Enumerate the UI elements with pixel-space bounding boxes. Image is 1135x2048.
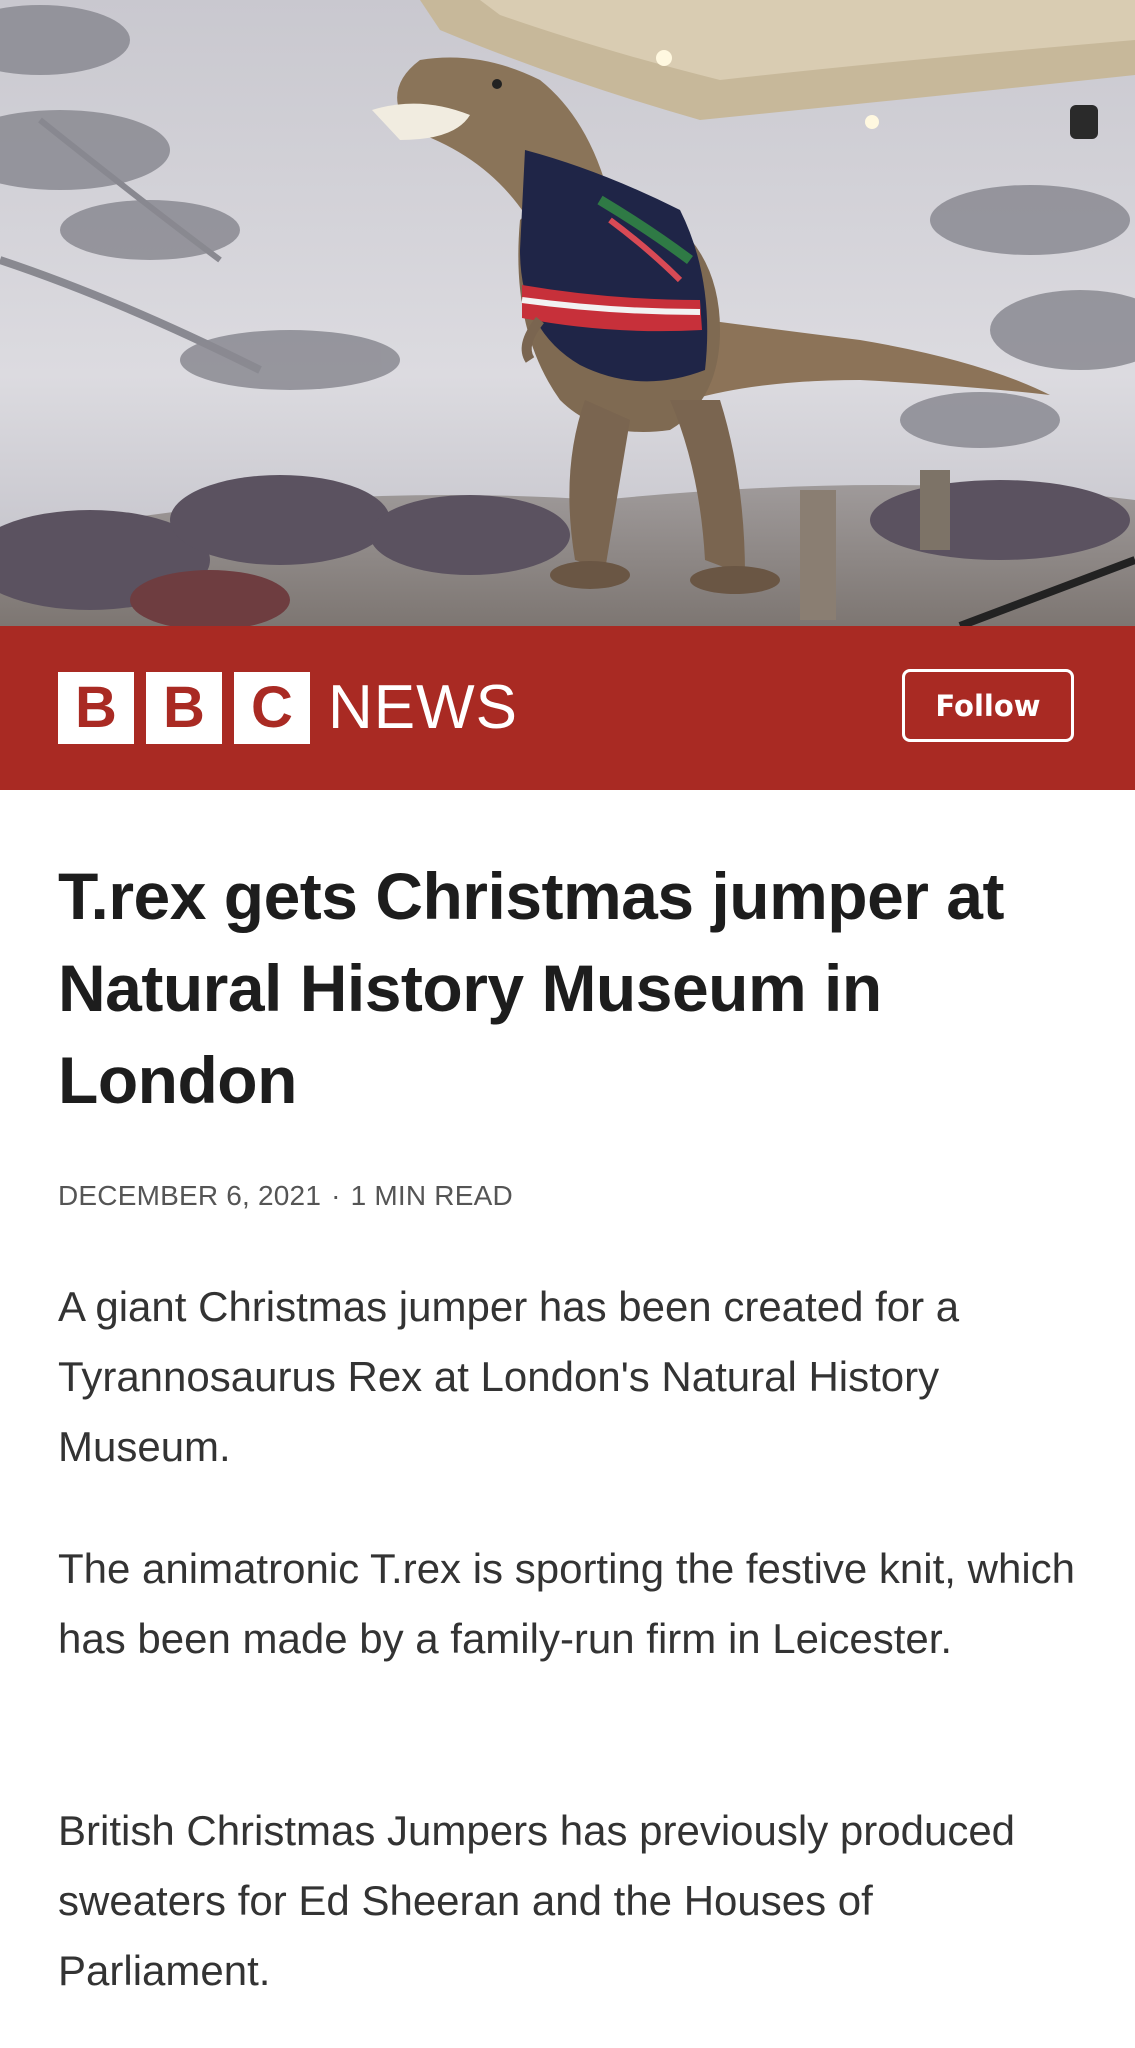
article-paragraph: A giant Christmas jumper has been create…	[58, 1283, 960, 1470]
logo-letter: B	[58, 672, 134, 744]
bbc-news-logo[interactable]: B B C NEWS	[58, 672, 518, 744]
meta-separator: ·	[331, 1180, 341, 1211]
hero-image[interactable]	[0, 0, 1135, 626]
article-paragraph: British Christmas Jumpers has previously…	[58, 1807, 1016, 1994]
logo-word: NEWS	[328, 673, 518, 742]
article-headline: T.rex gets Christmas jumper at Natural H…	[58, 859, 1005, 1117]
publish-date: DECEMBER 6, 2021	[58, 1180, 322, 1211]
logo-letter: C	[234, 672, 310, 744]
article-page: B B C NEWS Follow T.rex gets Christmas j…	[0, 0, 1135, 2048]
follow-button[interactable]: Follow	[902, 669, 1074, 742]
logo-letter: B	[146, 672, 222, 744]
publisher-bar: B B C NEWS Follow	[0, 626, 1135, 790]
read-time: 1 MIN READ	[350, 1180, 513, 1211]
article-meta: DECEMBER 6, 2021 · 1 MIN READ	[58, 1180, 513, 1212]
article-paragraph: The animatronic T.rex is sporting the fe…	[58, 1545, 1076, 1662]
